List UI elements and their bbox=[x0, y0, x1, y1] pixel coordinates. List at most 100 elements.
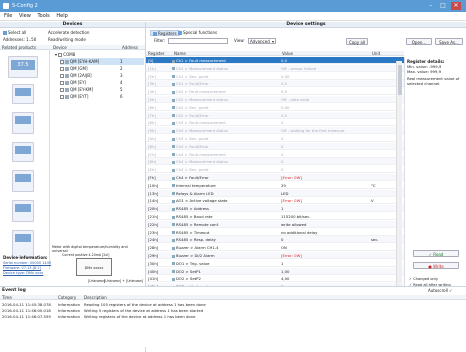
value-cell[interactable]: 0 bbox=[281, 166, 369, 173]
value-cell[interactable]: 0,0 bbox=[281, 112, 369, 119]
description-column-header[interactable]: Description bbox=[84, 295, 107, 300]
register-column-header[interactable]: Register bbox=[146, 51, 172, 56]
minimize-button[interactable]: – bbox=[426, 2, 436, 10]
register-row[interactable]: [40h] DO2 > SetP1 1,00 bbox=[146, 267, 404, 275]
tree-device-row[interactable]: QM [GM] 2 bbox=[60, 65, 144, 72]
tree-port[interactable]: ▾ COM8 bbox=[55, 51, 75, 58]
value-cell[interactable]: 0 bbox=[281, 135, 369, 142]
tree-device-row[interactable]: QM [EYT] 6 bbox=[60, 93, 144, 100]
related-product-thumb[interactable] bbox=[12, 112, 34, 134]
register-row[interactable]: [30h] DO1 > Trig. value 1 bbox=[146, 260, 404, 267]
register-row[interactable]: [Ch] Ch4 > Fault measurement 0 bbox=[146, 151, 404, 158]
open-button[interactable]: Open... bbox=[406, 38, 432, 45]
value-cell[interactable]: 0 bbox=[281, 151, 369, 158]
register-row[interactable]: [14h] AO1 > Active voltage state [Error: 0… bbox=[146, 197, 404, 205]
value-cell[interactable]: 0 bbox=[281, 119, 369, 126]
menu-file[interactable]: File bbox=[4, 13, 12, 19]
register-row[interactable]: [29h] Buzzer > DI/2 Alarm [Error: 0W] bbox=[146, 252, 404, 259]
scrollbar-thumb[interactable] bbox=[398, 65, 402, 95]
address-range-label[interactable]: Addresses: 1..50 bbox=[3, 37, 36, 43]
changed-only-checkbox[interactable]: ✓ Changed only bbox=[409, 277, 438, 281]
grid-scrollbar[interactable] bbox=[396, 61, 402, 302]
register-row[interactable]: [13h] Relays & Alarm LED LED bbox=[146, 189, 404, 197]
register-row[interactable]: [41h] DO2 > SetP2 4,00 bbox=[146, 275, 404, 283]
close-button[interactable]: ✕ bbox=[451, 2, 461, 10]
tree-device-row[interactable]: QM [EY] 4 bbox=[60, 79, 144, 86]
value-cell[interactable]: Off - data valid bbox=[281, 96, 369, 103]
readwrite-mode-label[interactable]: Read/writing mode bbox=[48, 37, 86, 43]
tab-registers[interactable]: Registers bbox=[150, 30, 180, 36]
write-button[interactable]: ● Write bbox=[413, 262, 459, 269]
value-cell[interactable]: 0 bbox=[281, 236, 369, 243]
accelerate-detection-label[interactable]: Accelerate detection bbox=[48, 30, 89, 36]
view-select[interactable]: Advanced ▾ bbox=[248, 38, 276, 44]
register-row[interactable]: [8h] Ch3 > Fault measurement 0 bbox=[146, 119, 404, 127]
value-cell[interactable]: 1,00 bbox=[281, 268, 369, 275]
register-row[interactable]: [9h] Ch3 > Measurement status Off - waitin… bbox=[146, 127, 404, 135]
value-cell[interactable]: [Error: 0W] bbox=[281, 197, 369, 204]
register-row[interactable]: [23h] RS485 > Timeout no additional delay bbox=[146, 229, 404, 236]
unit-column-header[interactable]: Unit bbox=[370, 51, 404, 56]
maximize-button[interactable]: □ bbox=[438, 2, 448, 10]
value-cell[interactable]: write allowed bbox=[281, 221, 369, 228]
menu-tools[interactable]: Tools bbox=[37, 13, 49, 19]
value-cell[interactable]: Off - sensor failure bbox=[281, 65, 369, 72]
value-cell[interactable]: 0 bbox=[281, 143, 369, 150]
copy-all-button[interactable]: Copy all bbox=[346, 38, 368, 45]
value-cell[interactable]: 0,0 bbox=[281, 57, 369, 64]
related-product-thumb[interactable] bbox=[12, 84, 34, 104]
filter-input[interactable] bbox=[168, 38, 228, 44]
read-button[interactable]: ✓ Read bbox=[413, 250, 459, 257]
tab-special-functions[interactable]: Special functions bbox=[178, 30, 217, 36]
related-product-thumb[interactable]: 37.5 bbox=[8, 56, 38, 78]
register-row[interactable]: [5h] Ch2 > Measurement status Off - data v… bbox=[146, 96, 404, 103]
register-row[interactable]: [1h] Ch1 > Measurement status Off - sensor… bbox=[146, 64, 404, 72]
register-row[interactable]: [Ah] Ch3 > Dec. point 0 bbox=[146, 135, 404, 142]
value-cell[interactable]: 1 bbox=[281, 260, 369, 267]
register-row[interactable]: [Eh] Ch4 > Dec. point 0 bbox=[146, 166, 404, 174]
tree-device-row[interactable]: QM [EY-KM] 5 bbox=[60, 86, 144, 93]
category-column-header[interactable]: Category bbox=[58, 295, 76, 300]
select-all-button[interactable]: Select all bbox=[3, 30, 26, 36]
register-row[interactable]: [10h] Internal temperature 29 °C bbox=[146, 182, 404, 189]
value-cell[interactable]: 4,00 bbox=[281, 275, 369, 282]
register-row[interactable]: [3h] Ch1 > Fault/Error 0,0 bbox=[146, 80, 404, 88]
register-row[interactable]: [6h] Ch2 > Dec. point 0,00 bbox=[146, 104, 404, 111]
related-product-thumb[interactable] bbox=[12, 200, 34, 222]
related-product-thumb[interactable] bbox=[12, 142, 34, 162]
value-cell[interactable]: [Error: 0W] bbox=[281, 174, 369, 181]
register-row[interactable]: [28h] Buzzer > Alarm CH1-4 ON bbox=[146, 244, 404, 252]
value-cell[interactable]: ON bbox=[281, 244, 369, 251]
register-row[interactable]: [7h] Ch2 > Fault/Error 0,0 bbox=[146, 111, 404, 119]
register-row[interactable]: [0] Ch1 > Fault measurement 0,0 bbox=[146, 57, 404, 64]
name-column-header[interactable]: Name bbox=[172, 51, 280, 56]
tree-device-row[interactable]: QM [EYH-KAM] 1 bbox=[60, 58, 144, 65]
register-row[interactable]: [22h] RS485 > Remote conf. write allowed bbox=[146, 220, 404, 228]
register-row[interactable]: [Fh] Ch4 > Fault/Error [Error: 0W] bbox=[146, 174, 404, 181]
value-cell[interactable]: LED bbox=[281, 190, 369, 197]
autoscroll-checkbox[interactable]: Autoscroll ✓ bbox=[428, 288, 452, 293]
register-row[interactable]: [Dh] Ch4 > Measurement status 0 bbox=[146, 158, 404, 166]
checkbox-icon[interactable] bbox=[58, 53, 63, 57]
menu-view[interactable]: View bbox=[19, 13, 31, 19]
value-cell[interactable]: 0,0 bbox=[281, 80, 369, 87]
value-cell[interactable]: 0,00 bbox=[281, 73, 369, 80]
register-row[interactable]: [2h] Ch1 > Dec. point 0,00 bbox=[146, 73, 404, 80]
address-column-header[interactable]: Address bbox=[120, 45, 145, 50]
value-cell[interactable]: Off - waiting for the first measure bbox=[281, 127, 369, 134]
register-row[interactable]: [4h] Ch2 > Fault measurement 0,0 bbox=[146, 88, 404, 96]
device-column-header[interactable]: Device bbox=[50, 45, 120, 50]
related-product-thumb[interactable] bbox=[12, 170, 34, 192]
value-cell[interactable]: 0,00 bbox=[281, 104, 369, 111]
register-row[interactable]: [Bh] Ch3 > Fault/Error 0 bbox=[146, 142, 404, 150]
value-cell[interactable]: 115200 bit/sec. bbox=[281, 213, 369, 220]
save-as-button[interactable]: Save As... bbox=[435, 38, 463, 45]
value-column-header[interactable]: Value bbox=[280, 51, 370, 56]
value-cell[interactable]: 1 bbox=[281, 205, 369, 212]
value-cell[interactable]: no additional delay bbox=[281, 229, 369, 236]
tree-device-row[interactable]: QM [2A/JB] 3 bbox=[60, 72, 144, 79]
value-cell[interactable]: [Error: 0W] bbox=[281, 252, 369, 259]
value-cell[interactable]: 0 bbox=[281, 158, 369, 165]
register-row[interactable]: [21h] RS485 > Baud rate 115200 bit/sec. bbox=[146, 213, 404, 220]
register-row[interactable]: [20h] RS485 > Address 1 bbox=[146, 205, 404, 213]
